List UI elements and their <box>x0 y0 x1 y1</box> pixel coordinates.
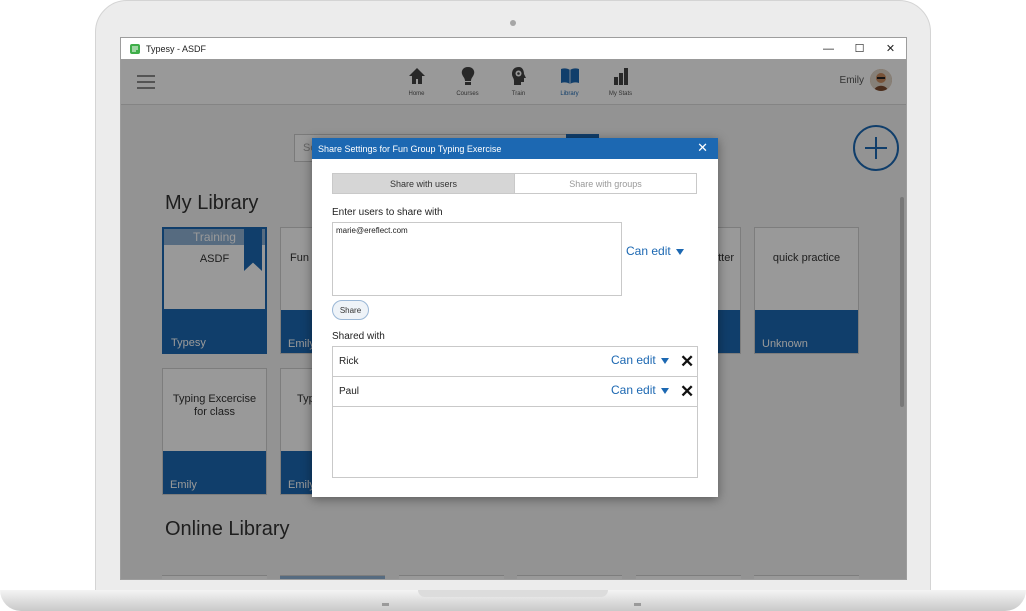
camera-dot <box>510 20 516 26</box>
dialog-title: Share Settings for Fun Group Typing Exer… <box>318 143 502 154</box>
permission-select[interactable]: Can edit <box>611 353 669 367</box>
shared-user-row: Rick Can edit ✕ <box>333 347 697 377</box>
caret-down-icon <box>675 249 684 255</box>
remove-user-icon[interactable]: ✕ <box>680 353 694 370</box>
permission-value: Can edit <box>611 353 656 367</box>
window-title: Typesy - ASDF <box>146 43 207 54</box>
tab-share-with-groups[interactable]: Share with groups <box>515 174 696 193</box>
shared-users-list: Rick Can edit ✕ Paul Can edit ✕ <box>332 346 698 478</box>
typesy-logo-icon <box>130 43 140 54</box>
share-button[interactable]: Share <box>332 300 369 320</box>
permission-select[interactable]: Can edit <box>626 244 684 258</box>
app-window: Typesy - ASDF — ☐ ✕ Home Courses Train L… <box>120 37 907 580</box>
enter-users-label: Enter users to share with <box>332 207 443 218</box>
dialog-header: Share Settings for Fun Group Typing Exer… <box>312 138 718 159</box>
share-settings-dialog: Share Settings for Fun Group Typing Exer… <box>312 138 718 497</box>
laptop-notch <box>418 590 608 597</box>
permission-value: Can edit <box>611 383 656 397</box>
shared-user-row: Paul Can edit ✕ <box>333 377 697 407</box>
tab-share-with-users[interactable]: Share with users <box>333 174 515 193</box>
share-tabs: Share with users Share with groups <box>332 173 697 194</box>
shared-user-name: Paul <box>339 386 360 397</box>
close-window-button[interactable]: ✕ <box>875 38 906 59</box>
laptop-foot <box>634 603 641 606</box>
maximize-button[interactable]: ☐ <box>844 38 875 59</box>
shared-user-name: Rick <box>339 356 359 367</box>
close-icon[interactable]: ✕ <box>697 141 708 155</box>
remove-user-icon[interactable]: ✕ <box>680 383 694 400</box>
permission-value: Can edit <box>626 244 671 258</box>
scrollbar[interactable] <box>900 197 904 407</box>
laptop-foot <box>382 603 389 606</box>
title-bar: Typesy - ASDF — ☐ ✕ <box>121 38 906 59</box>
permission-select[interactable]: Can edit <box>611 383 669 397</box>
minimize-button[interactable]: — <box>813 38 844 59</box>
caret-down-icon <box>660 388 669 394</box>
shared-with-label: Shared with <box>332 331 385 342</box>
users-input[interactable]: marie@ereflect.com <box>332 222 622 296</box>
caret-down-icon <box>660 358 669 364</box>
